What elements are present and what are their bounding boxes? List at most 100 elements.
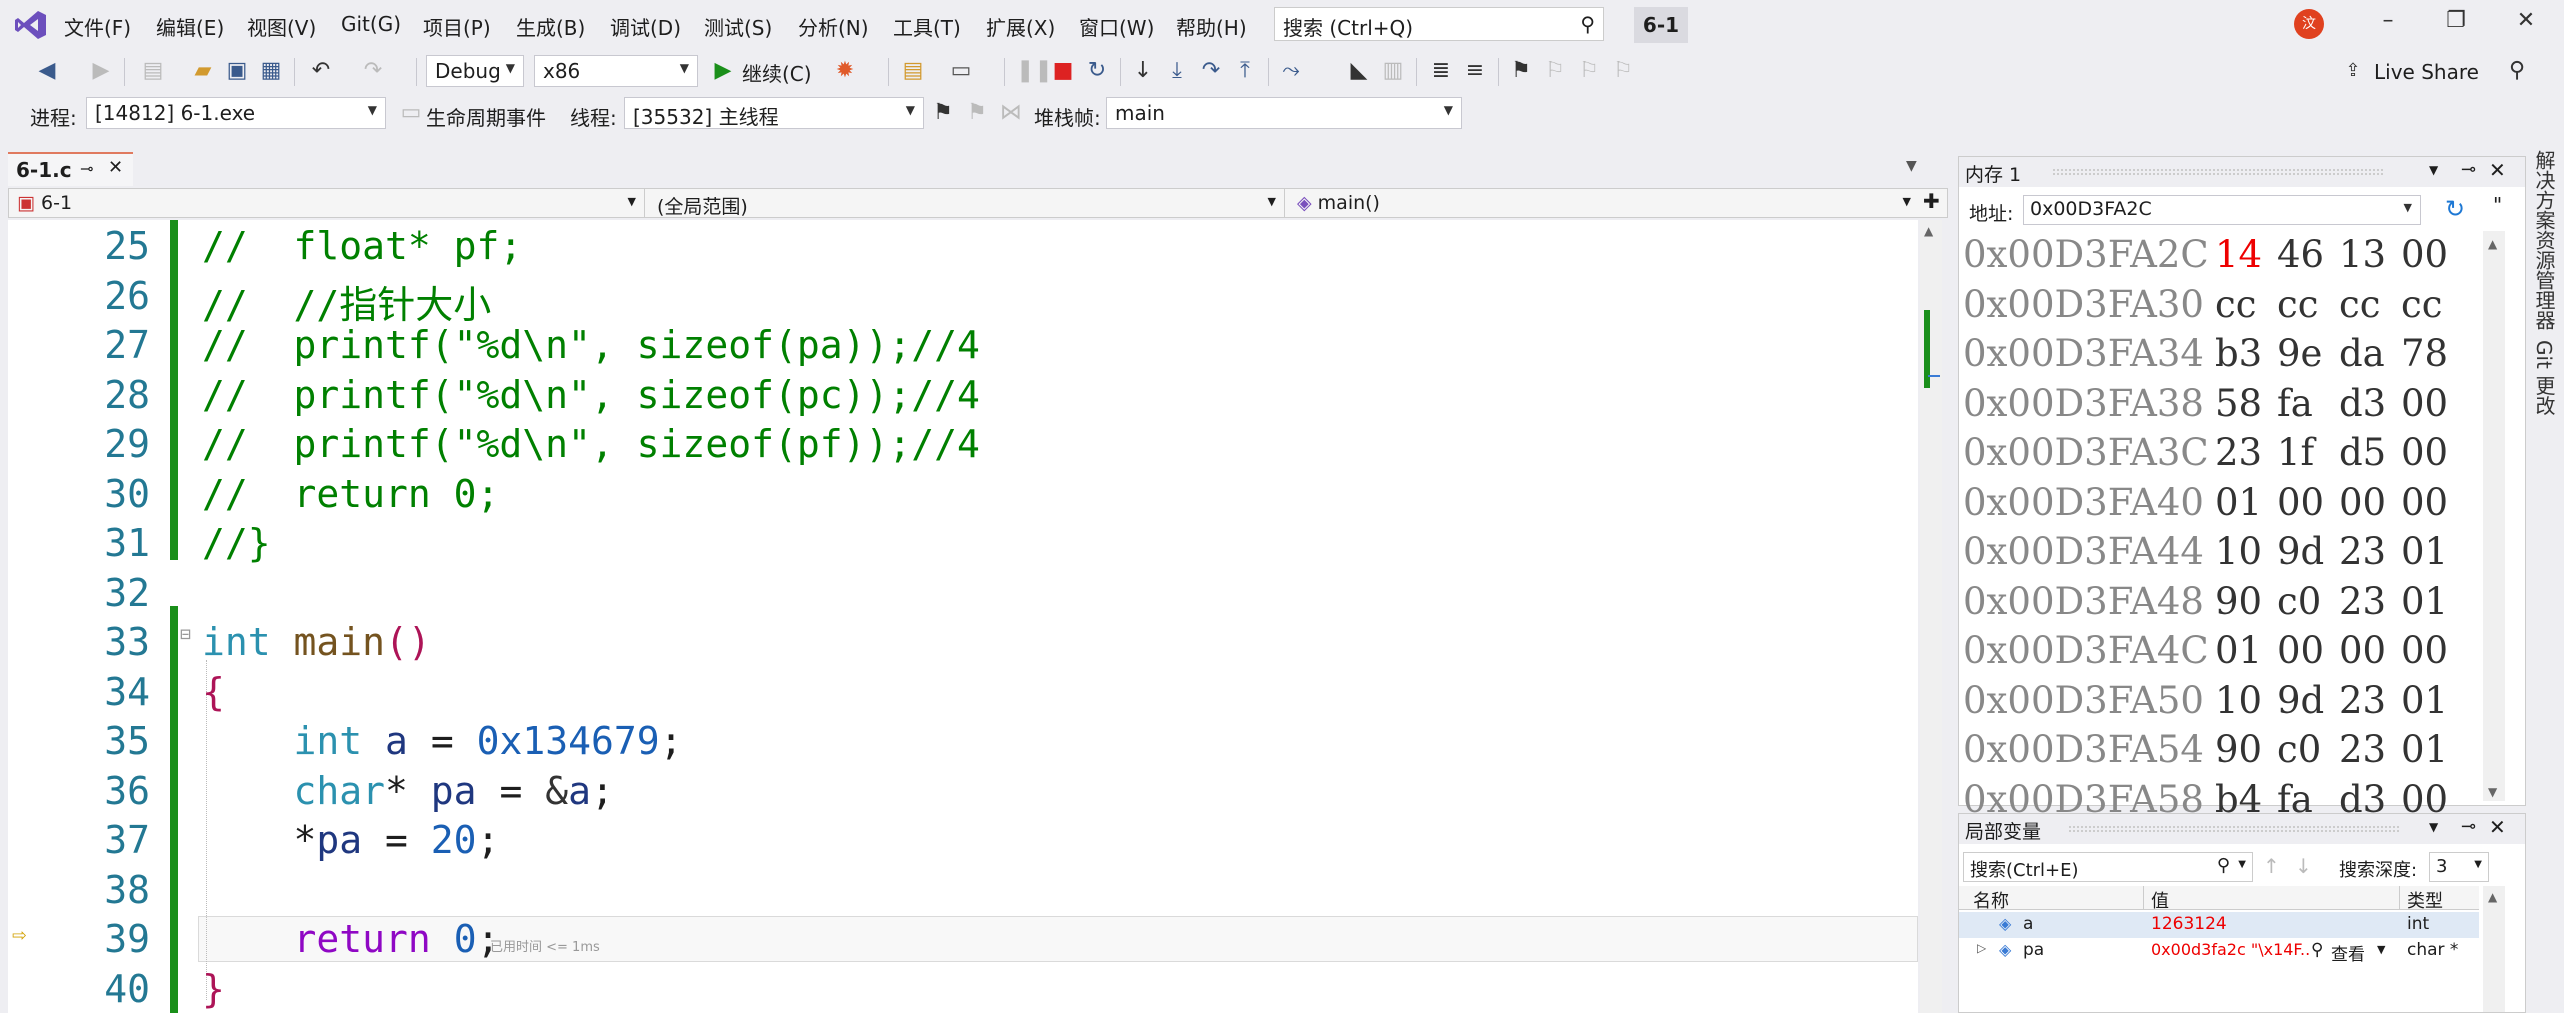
locals-search-input[interactable]: 搜索(Ctrl+E) ⚲ ▼: [1963, 852, 2253, 882]
menu-debug[interactable]: 调试(D): [610, 12, 681, 41]
code-line[interactable]: //}: [202, 521, 271, 565]
stackframe-select[interactable]: main ▼: [1106, 97, 1462, 129]
continue-button[interactable]: 继续(C): [742, 58, 812, 87]
memory-byte[interactable]: 23: [2339, 679, 2401, 722]
memory-row[interactable]: 0x00D3FA34 b3 9e da 78: [1963, 332, 2463, 375]
memory-byte[interactable]: 10: [2215, 679, 2277, 722]
step-into-icon[interactable]: ⤓: [1164, 58, 1190, 84]
code-line[interactable]: char* pa = &a;: [202, 769, 614, 813]
memory-byte[interactable]: cc: [2277, 283, 2339, 326]
menu-test[interactable]: 测试(S): [704, 12, 772, 41]
address-input[interactable]: 0x00D3FA2C ▼: [2023, 195, 2421, 225]
expand-icon[interactable]: ▷: [1977, 941, 1986, 955]
local-value[interactable]: 1263124: [2151, 914, 2227, 934]
memory-byte[interactable]: 00: [2401, 481, 2463, 524]
search-up-icon[interactable]: ↑: [2263, 854, 2280, 878]
menu-git[interactable]: Git(G): [341, 12, 401, 36]
memory-byte[interactable]: d5: [2339, 431, 2401, 474]
depth-select[interactable]: 3 ▼: [2429, 852, 2489, 882]
memory-byte[interactable]: cc: [2215, 283, 2277, 326]
memory-byte[interactable]: 23: [2215, 431, 2277, 474]
memory-byte[interactable]: 23: [2339, 580, 2401, 623]
memory-scrollbar[interactable]: ▲ ▼: [2483, 231, 2505, 801]
code-line[interactable]: int main(): [202, 620, 431, 664]
memory-byte[interactable]: 01: [2401, 679, 2463, 722]
memory-byte[interactable]: 9d: [2277, 530, 2339, 573]
code-line[interactable]: // printf("%d\n", sizeof(pa));//4: [202, 323, 980, 367]
memory-byte[interactable]: d3: [2339, 382, 2401, 425]
table-row[interactable]: ▷ ◈ pa 0x00d3fa2c "\x14F... ⚲ 查看 ▼ char …: [1959, 938, 2479, 965]
memory-byte[interactable]: b3: [2215, 332, 2277, 375]
close-icon[interactable]: ✕: [2489, 815, 2506, 839]
scroll-down-icon[interactable]: ▼: [2488, 785, 2497, 799]
column-name[interactable]: 名称: [1973, 887, 2009, 913]
close-tab-icon[interactable]: ✕: [108, 157, 123, 178]
memory-byte[interactable]: c0: [2277, 728, 2339, 771]
restart-icon[interactable]: ↻: [1084, 58, 1110, 84]
show-threads-icon[interactable]: ⋈: [998, 100, 1024, 126]
search-down-icon[interactable]: ↓: [2295, 854, 2312, 878]
platform-select[interactable]: x86 ▼: [534, 55, 698, 87]
flag-all-icon[interactable]: ⚑: [964, 100, 990, 126]
column-type[interactable]: 类型: [2407, 887, 2443, 913]
next-bookmark-icon[interactable]: ⚐: [1576, 58, 1602, 84]
code-line[interactable]: // //指针大小: [202, 274, 491, 329]
scroll-up-icon[interactable]: ▲: [1924, 224, 1933, 238]
memory-byte[interactable]: 00: [2277, 629, 2339, 672]
pin-icon[interactable]: ⊸: [80, 159, 93, 178]
pause-icon[interactable]: ❚❚: [1016, 58, 1053, 84]
lifecycle-events-button[interactable]: 生命周期事件: [426, 102, 546, 131]
memory-byte[interactable]: 9d: [2277, 679, 2339, 722]
menu-window[interactable]: 窗口(W): [1079, 12, 1154, 41]
close-icon[interactable]: ✕: [2489, 158, 2506, 182]
memory-byte[interactable]: 10: [2215, 530, 2277, 573]
local-value[interactable]: 0x00d3fa2c "\x14F...: [2151, 940, 2311, 959]
save-all-icon[interactable]: ▦: [258, 58, 284, 84]
memory-byte[interactable]: 00: [2401, 629, 2463, 672]
table-row[interactable]: ◈ a 1263124 int: [1959, 912, 2479, 938]
continue-play-icon[interactable]: ▶: [710, 58, 736, 84]
memory-byte[interactable]: 23: [2339, 728, 2401, 771]
memory-byte[interactable]: 00: [2401, 382, 2463, 425]
pin-icon[interactable]: ⊸: [2461, 159, 2476, 180]
feedback-icon[interactable]: ⚲: [2504, 58, 2530, 84]
breakpoint-tool-icon[interactable]: ◣: [1346, 58, 1372, 84]
memory-row[interactable]: 0x00D3FA30 cc cc cc cc: [1963, 283, 2463, 326]
undo-icon[interactable]: ↶: [308, 58, 334, 84]
show-next-statement-icon[interactable]: ↓: [1130, 58, 1156, 84]
chevron-down-icon[interactable]: ▼: [2429, 820, 2438, 834]
diagnostics-icon[interactable]: ▤: [900, 58, 926, 84]
menu-analyze[interactable]: 分析(N): [798, 12, 869, 41]
memory-byte[interactable]: 00: [2339, 629, 2401, 672]
memory-byte[interactable]: 01: [2215, 629, 2277, 672]
menu-view[interactable]: 视图(V): [247, 12, 316, 41]
config-select[interactable]: Debug ▼: [426, 55, 524, 87]
memory-byte[interactable]: da: [2339, 332, 2401, 375]
bookmark-icon[interactable]: ⚑: [1508, 58, 1534, 84]
memory-byte[interactable]: 00: [2401, 431, 2463, 474]
memory-byte[interactable]: 90: [2215, 580, 2277, 623]
live-share-button[interactable]: Live Share: [2374, 60, 2479, 84]
column-value[interactable]: 值: [2151, 887, 2169, 913]
thread-select[interactable]: [35532] 主线程 ▼: [624, 97, 924, 129]
memory-row[interactable]: 0x00D3FA40 01 00 00 00: [1963, 481, 2463, 524]
menu-help[interactable]: 帮助(H): [1176, 12, 1247, 41]
memory-byte[interactable]: 00: [2339, 481, 2401, 524]
menu-extensions[interactable]: 扩展(X): [986, 12, 1055, 41]
menu-build[interactable]: 生成(B): [516, 12, 585, 41]
back-icon[interactable]: ◀: [34, 58, 60, 84]
memory-byte[interactable]: 01: [2401, 580, 2463, 623]
clear-bookmarks-icon[interactable]: ⚐: [1610, 58, 1636, 84]
memory-byte[interactable]: cc: [2339, 283, 2401, 326]
menu-tools[interactable]: 工具(T): [893, 12, 961, 41]
new-project-icon[interactable]: ▤: [140, 58, 166, 84]
editor-vertical-scrollbar[interactable]: ▲: [1920, 220, 1942, 1013]
redo-icon[interactable]: ↷: [360, 58, 386, 84]
chevron-down-icon[interactable]: ▼: [2377, 943, 2385, 956]
code-line[interactable]: return 0;: [202, 917, 500, 961]
code-line[interactable]: // printf("%d\n", sizeof(pc));//4: [202, 373, 980, 417]
collapse-icon[interactable]: ⊟: [180, 624, 191, 645]
scroll-up-icon[interactable]: ▲: [2488, 237, 2497, 251]
memory-row[interactable]: 0x00D3FA54 90 c0 23 01: [1963, 728, 2463, 771]
project-dropdown[interactable]: ▣ 6-1 ▼: [9, 189, 645, 217]
